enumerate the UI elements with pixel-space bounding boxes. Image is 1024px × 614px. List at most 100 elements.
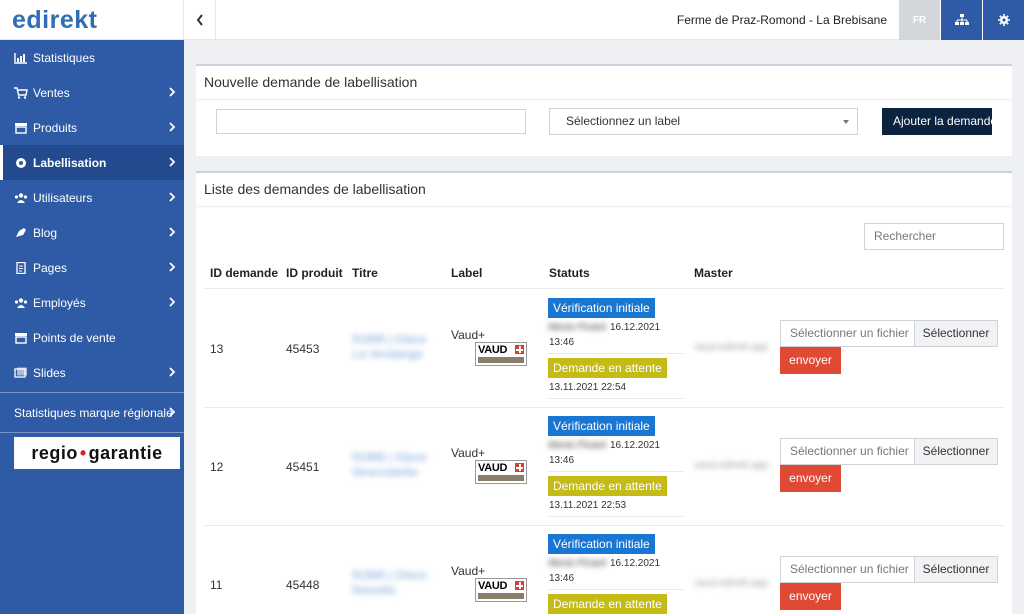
new-request-title: Nouvelle demande de labellisation — [196, 66, 1012, 100]
select-file-button[interactable]: Sélectionner — [914, 321, 997, 346]
sidebar-item-label: Statistiques — [33, 50, 96, 65]
sidebar-item-utilisateurs[interactable]: Utilisateurs — [0, 180, 184, 215]
sidebar-item-label: Utilisateurs — [33, 190, 93, 205]
label-select-value: Sélectionnez un label — [566, 114, 681, 128]
column-header-master: Master — [694, 266, 733, 280]
vaud-label-logo: VAUD — [475, 460, 527, 484]
settings-button[interactable] — [983, 0, 1024, 40]
language-button[interactable]: FR — [899, 0, 940, 40]
sidebar-item-label: Blog — [33, 225, 58, 240]
sidebar-item-blog[interactable]: Blog — [0, 215, 184, 250]
sidebar-item-labellisation[interactable]: Labellisation — [0, 145, 184, 180]
network-button[interactable] — [941, 0, 982, 40]
row-id: 11 — [210, 578, 223, 592]
sidebar-item-ventes[interactable]: Ventes — [0, 75, 184, 110]
vaud-label-logo: VAUD — [475, 342, 527, 366]
column-header-id: ID demande — [210, 266, 279, 280]
chevron-right-icon — [169, 407, 176, 417]
chevron-right-icon — [169, 122, 176, 132]
certified-strip — [478, 475, 524, 481]
file-input[interactable]: Sélectionner un fichier Sélectionner — [780, 556, 998, 583]
collapse-sidebar-button[interactable] — [184, 0, 216, 40]
certified-strip — [478, 593, 524, 599]
row-product-id: 45448 — [286, 578, 320, 592]
status-badge-initial-check: Vérification initiale — [548, 298, 655, 318]
file-input[interactable]: Sélectionner un fichier Sélectionner — [780, 438, 998, 465]
request-list-panel: Liste des demandes de labellisation Rech… — [196, 171, 1012, 614]
chevron-right-icon — [169, 227, 176, 237]
chevron-right-icon — [169, 192, 176, 202]
file-placeholder: Sélectionner un fichier — [790, 444, 909, 458]
status-pending-datetime: 13.11.2021 22:53 — [549, 500, 627, 511]
search-input[interactable]: Rechercher — [864, 223, 1004, 250]
status-badge-initial-check: Vérification initiale — [548, 416, 655, 436]
logo[interactable]: edirekt — [0, 0, 184, 40]
column-header-title: Titre — [352, 266, 378, 280]
row-label: Vaud+ — [451, 564, 486, 578]
row-title-link[interactable]: 91886 | Glace Noisette — [352, 568, 442, 598]
add-request-button[interactable]: Ajouter la demande — [882, 108, 992, 135]
row-id: 13 — [210, 342, 224, 356]
badge-icon — [14, 157, 28, 169]
status-time: 13:46 — [549, 573, 575, 584]
sidebar-item-produits[interactable]: Produits — [0, 110, 184, 145]
vaud-logo-text: VAUD — [478, 344, 508, 356]
table-divider — [204, 288, 1004, 289]
cart-icon — [14, 86, 28, 99]
vaud-logo-text: VAUD — [478, 462, 508, 474]
sidebar-item-statistiques[interactable]: Statistiques — [0, 40, 184, 75]
row-title-link[interactable]: 91886 | Glace La Vendange — [352, 332, 442, 362]
row-id: 12 — [210, 460, 224, 474]
certified-strip — [478, 357, 524, 363]
status-divider — [548, 516, 684, 517]
page-icon — [14, 261, 28, 274]
status-time: 13:46 — [549, 337, 575, 348]
status-date: 16.12.2021 — [610, 440, 661, 451]
gear-icon — [997, 14, 1010, 26]
column-header-status: Statuts — [549, 266, 590, 280]
sidebar-item-label: Ventes — [33, 85, 70, 100]
status-divider — [548, 353, 684, 354]
sidebar-divider — [0, 392, 184, 393]
row-product-id: 45451 — [286, 460, 320, 474]
status-date: 16.12.2021 — [610, 558, 661, 569]
file-placeholder: Sélectionner un fichier — [790, 326, 909, 340]
sidebar-item-label: Statistiques marque régionale — [14, 405, 173, 420]
send-button[interactable]: envoyer — [780, 347, 841, 374]
status-badge-pending: Demande en attente — [548, 476, 667, 496]
column-header-product-id: ID produit — [286, 266, 343, 280]
send-button[interactable]: envoyer — [780, 583, 841, 610]
file-input[interactable]: Sélectionner un fichier Sélectionner — [780, 320, 998, 347]
employees-icon — [14, 297, 28, 309]
status-time: 13:46 — [549, 455, 575, 466]
request-title-input[interactable] — [216, 109, 526, 134]
status-badge-initial-check: Vérification initiale — [548, 534, 655, 554]
request-list-title: Liste des demandes de labellisation — [196, 173, 1012, 207]
status-user: Alexis Picard — [548, 322, 606, 333]
select-file-button[interactable]: Sélectionner — [914, 557, 997, 582]
store-icon — [14, 122, 28, 134]
row-label: Vaud+ — [451, 328, 486, 342]
status-user: Alexis Picard — [548, 440, 606, 451]
row-title-link[interactable]: 91886 | Glace Stracciatella — [352, 450, 442, 480]
farm-name: Ferme de Praz-Romond - La Brebisane — [676, 13, 887, 27]
label-select[interactable]: Sélectionnez un label — [549, 108, 858, 135]
table-row-divider — [204, 525, 1004, 526]
status-badge-pending: Demande en attente — [548, 358, 667, 378]
sidebar-item-employ-s[interactable]: Employés — [0, 285, 184, 320]
sidebar-item-slides[interactable]: Slides — [0, 355, 184, 390]
column-header-label: Label — [451, 266, 483, 280]
send-button[interactable]: envoyer — [780, 465, 841, 492]
sidebar-item-points-de-vente[interactable]: Points de vente — [0, 320, 184, 355]
select-file-button[interactable]: Sélectionner — [914, 439, 997, 464]
sidebar: Statistiques Ventes Produits Labellisation U… — [0, 40, 184, 614]
new-request-panel: Nouvelle demande de labellisation Sélect… — [196, 64, 1012, 156]
swiss-cross-icon — [515, 345, 524, 354]
blog-icon — [14, 227, 28, 239]
sidebar-item-label: Labellisation — [33, 155, 107, 170]
sidebar-item-pages[interactable]: Pages — [0, 250, 184, 285]
swiss-cross-icon — [515, 581, 524, 590]
sidebar-item-regional-stats[interactable]: Statistiques marque régionale — [0, 395, 184, 430]
row-product-id: 45453 — [286, 342, 320, 356]
slides-icon — [14, 367, 28, 379]
